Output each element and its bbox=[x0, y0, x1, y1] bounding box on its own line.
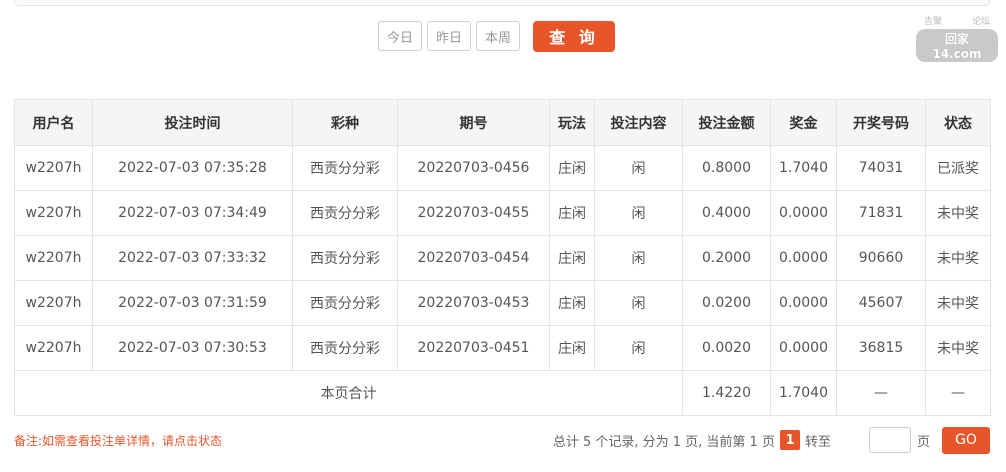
header-lottery: 彩种 bbox=[292, 99, 398, 146]
cell-user: w2207h bbox=[14, 145, 93, 191]
cell-lottery: 西贡分分彩 bbox=[292, 325, 398, 371]
summary-prize: 1.7040 bbox=[770, 370, 837, 416]
table-footer: 备注:如需查看投注单详情，请点击状态 总计 5 个记录, 分为 1 页, 当前第… bbox=[14, 425, 990, 455]
top-panel-edge bbox=[14, 0, 990, 6]
table-row: w2207h 2022-07-03 07:33:32 西贡分分彩 2022070… bbox=[14, 235, 991, 281]
cell-amount: 0.0200 bbox=[682, 280, 771, 326]
bet-records-table: 用户名 投注时间 彩种 期号 玩法 投注内容 投注金额 奖金 开奖号码 状态 w… bbox=[14, 99, 991, 416]
pagination: 总计 5 个记录, 分为 1 页, 当前第 1 页 1 转至 页 GO bbox=[552, 426, 990, 454]
cell-issue: 20220703-0455 bbox=[397, 190, 550, 236]
cell-prize: 0.0000 bbox=[770, 235, 837, 281]
goto-page-input[interactable] bbox=[868, 427, 911, 453]
cell-issue: 20220703-0456 bbox=[397, 145, 550, 191]
table-row: w2207h 2022-07-03 07:30:53 西贡分分彩 2022070… bbox=[14, 325, 991, 371]
header-prize: 奖金 bbox=[770, 99, 837, 146]
date-filter-bar: 今日 昨日 本周 查 询 bbox=[378, 20, 615, 52]
table-header-row: 用户名 投注时间 彩种 期号 玩法 投注内容 投注金额 奖金 开奖号码 状态 bbox=[14, 99, 991, 146]
cell-content: 闲 bbox=[594, 280, 683, 326]
header-play: 玩法 bbox=[549, 99, 595, 146]
cell-issue: 20220703-0454 bbox=[397, 235, 550, 281]
cell-content: 闲 bbox=[594, 235, 683, 281]
cell-time: 2022-07-03 07:35:28 bbox=[92, 145, 293, 191]
table-row: w2207h 2022-07-03 07:35:28 西贡分分彩 2022070… bbox=[14, 145, 991, 191]
status-link[interactable]: 已派奖 bbox=[925, 145, 991, 191]
cell-draw: 45607 bbox=[836, 280, 926, 326]
cell-user: w2207h bbox=[14, 235, 93, 281]
cell-draw: 71831 bbox=[836, 190, 926, 236]
cell-time: 2022-07-03 07:31:59 bbox=[92, 280, 293, 326]
cell-time: 2022-07-03 07:33:32 bbox=[92, 235, 293, 281]
header-bet-time: 投注时间 bbox=[92, 99, 293, 146]
cell-amount: 0.2000 bbox=[682, 235, 771, 281]
header-issue: 期号 bbox=[397, 99, 550, 146]
cell-amount: 0.4000 bbox=[682, 190, 771, 236]
header-content: 投注内容 bbox=[594, 99, 683, 146]
cell-draw: 36815 bbox=[836, 325, 926, 371]
summary-amount: 1.4220 bbox=[682, 370, 771, 416]
cell-play: 庄闲 bbox=[549, 235, 595, 281]
go-button[interactable]: GO bbox=[942, 426, 990, 454]
watermark-main-text: 回家14.com bbox=[916, 29, 998, 62]
cell-issue: 20220703-0453 bbox=[397, 280, 550, 326]
filter-today-button[interactable]: 今日 bbox=[378, 21, 422, 51]
cell-amount: 0.8000 bbox=[682, 145, 771, 191]
remark-note: 备注:如需查看投注单详情，请点击状态 bbox=[14, 433, 223, 448]
header-draw-number: 开奖号码 bbox=[836, 99, 926, 146]
table-row: w2207h 2022-07-03 07:31:59 西贡分分彩 2022070… bbox=[14, 280, 991, 326]
cell-user: w2207h bbox=[14, 190, 93, 236]
cell-draw: 74031 bbox=[836, 145, 926, 191]
summary-draw: — bbox=[836, 370, 926, 416]
cell-content: 闲 bbox=[594, 190, 683, 236]
cell-play: 庄闲 bbox=[549, 280, 595, 326]
cell-prize: 0.0000 bbox=[770, 325, 837, 371]
cell-lottery: 西贡分分彩 bbox=[292, 280, 398, 326]
cell-amount: 0.0020 bbox=[682, 325, 771, 371]
cell-prize: 1.7040 bbox=[770, 145, 837, 191]
cell-time: 2022-07-03 07:34:49 bbox=[92, 190, 293, 236]
status-link[interactable]: 未中奖 bbox=[925, 325, 991, 371]
cell-draw: 90660 bbox=[836, 235, 926, 281]
table-row: w2207h 2022-07-03 07:34:49 西贡分分彩 2022070… bbox=[14, 190, 991, 236]
summary-status: — bbox=[925, 370, 991, 416]
cell-lottery: 西贡分分彩 bbox=[292, 190, 398, 236]
cell-content: 闲 bbox=[594, 325, 683, 371]
status-link[interactable]: 未中奖 bbox=[925, 280, 991, 326]
cell-prize: 0.0000 bbox=[770, 190, 837, 236]
summary-row: 本页合计 1.4220 1.7040 — — bbox=[14, 370, 991, 416]
cell-play: 庄闲 bbox=[549, 190, 595, 236]
cell-lottery: 西贡分分彩 bbox=[292, 145, 398, 191]
cell-play: 庄闲 bbox=[549, 145, 595, 191]
cell-issue: 20220703-0451 bbox=[397, 325, 550, 371]
watermark-left-text: 吉聚 bbox=[924, 17, 943, 27]
page-unit-label: 页 bbox=[916, 434, 930, 450]
header-status: 状态 bbox=[925, 99, 991, 146]
summary-label: 本页合计 bbox=[14, 370, 683, 416]
site-watermark: 吉聚 论坛 回家14.com bbox=[916, 14, 998, 62]
watermark-right-text: 论坛 bbox=[971, 17, 990, 27]
cell-user: w2207h bbox=[14, 280, 93, 326]
filter-yesterday-button[interactable]: 昨日 bbox=[427, 21, 471, 51]
cell-user: w2207h bbox=[14, 325, 93, 371]
pager-summary: 总计 5 个记录, 分为 1 页, 当前第 1 页 bbox=[552, 434, 775, 450]
cell-play: 庄闲 bbox=[549, 325, 595, 371]
status-link[interactable]: 未中奖 bbox=[925, 235, 991, 281]
header-username: 用户名 bbox=[14, 99, 93, 146]
filter-this-week-button[interactable]: 本周 bbox=[476, 21, 520, 51]
query-button[interactable]: 查 询 bbox=[533, 20, 615, 52]
cell-content: 闲 bbox=[594, 145, 683, 191]
current-page-button[interactable]: 1 bbox=[779, 430, 800, 450]
cell-lottery: 西贡分分彩 bbox=[292, 235, 398, 281]
cell-time: 2022-07-03 07:30:53 bbox=[92, 325, 293, 371]
cell-prize: 0.0000 bbox=[770, 280, 837, 326]
header-amount: 投注金额 bbox=[682, 99, 771, 146]
status-link[interactable]: 未中奖 bbox=[925, 190, 991, 236]
goto-label: 转至 bbox=[804, 434, 831, 450]
